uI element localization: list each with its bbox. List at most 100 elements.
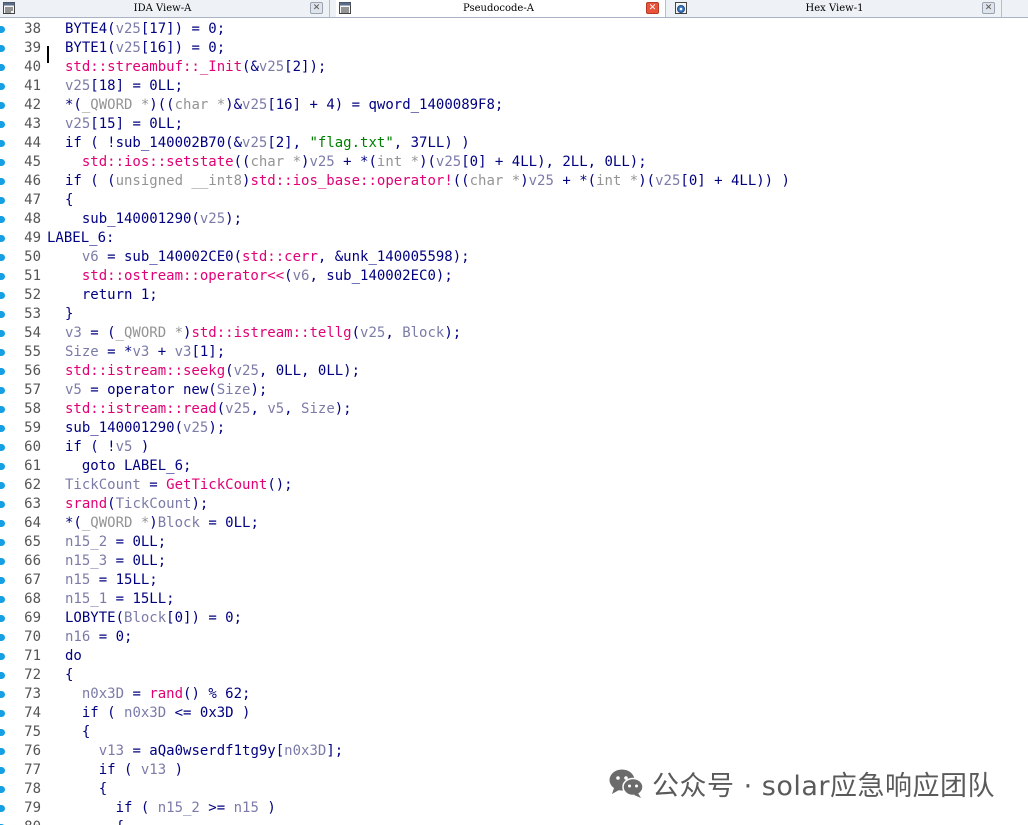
code-token[interactable]: if ( !sub_140002B70(& (65, 135, 242, 151)
code-token[interactable]: v25 (436, 154, 461, 170)
code-token[interactable]: rand (149, 686, 183, 702)
code-token[interactable]: v25 (116, 21, 141, 37)
code-token[interactable] (65, 268, 82, 284)
code-line[interactable]: 69 LOBYTE(Block[0]) = 0; (0, 609, 1028, 628)
code-token[interactable]: { (65, 724, 90, 740)
tab-close-button[interactable]: ✕ (646, 2, 659, 14)
code-token[interactable]: v25 (65, 78, 90, 94)
code-token[interactable]: std::cerr (242, 249, 318, 265)
breakpoint-marker[interactable] (0, 235, 5, 242)
code-token[interactable]: std::ios::setstate (82, 154, 234, 170)
code-token[interactable] (65, 249, 82, 265)
code-token[interactable]: v5 (65, 382, 82, 398)
code-token[interactable]: GetTickCount (166, 477, 267, 493)
breakpoint-marker[interactable] (0, 520, 5, 527)
code-token[interactable]: = 0LL; (107, 553, 167, 569)
code-token[interactable]: sub_140001290( (65, 420, 183, 436)
breakpoint-marker[interactable] (0, 805, 5, 812)
code-line[interactable]: 72 { (0, 666, 1028, 685)
breakpoint-marker[interactable] (0, 748, 5, 755)
code-token[interactable]: "flag.txt" (309, 135, 393, 151)
tab-pseudocode[interactable]: Pseudocode-A ✕ (336, 0, 666, 17)
code-token[interactable]: goto LABEL_6; (65, 458, 192, 474)
code-line[interactable]: 51 std::ostream::operator<<(v6, sub_1400… (0, 267, 1028, 286)
code-token[interactable]: [2]); (284, 59, 326, 75)
code-token[interactable]: *( (65, 515, 82, 531)
code-token[interactable]: BYTE1( (65, 40, 116, 56)
code-token[interactable]: v3 (132, 344, 149, 360)
code-token[interactable]: ); (250, 382, 267, 398)
code-token[interactable]: () % 62; (183, 686, 250, 702)
code-token[interactable]: v3 (175, 344, 192, 360)
breakpoint-marker[interactable] (0, 45, 5, 52)
code-line[interactable]: 52 return 1; (0, 286, 1028, 305)
pseudocode-view[interactable]: 38 BYTE4(v25[17]) = 0; 39 BYTE1(v25[16]) = … (0, 18, 1028, 825)
breakpoint-marker[interactable] (0, 273, 5, 280)
code-token[interactable]: ( (217, 401, 225, 417)
code-token[interactable]: v5 (267, 401, 284, 417)
code-line[interactable]: 49 LABEL_6: (0, 229, 1028, 248)
code-token[interactable]: sub_140001290( (65, 211, 200, 227)
code-token[interactable]: v6 (82, 249, 99, 265)
code-token[interactable]: if ( ! (65, 439, 116, 455)
code-token[interactable]: ) (259, 800, 275, 816)
code-line[interactable]: 38 BYTE4(v25[17]) = 0; (0, 20, 1028, 39)
code-token[interactable]: v25 (309, 154, 334, 170)
code-line[interactable]: 42 *(_QWORD *)((char *)&v25[16] + 4) = qw… (0, 96, 1028, 115)
code-token[interactable]: = 0LL; (200, 515, 259, 531)
code-line[interactable]: 44 if ( !sub_140002B70(&v25[2], "flag.txt… (0, 134, 1028, 153)
code-line[interactable]: 67 n15 = 15LL; (0, 571, 1028, 590)
code-token[interactable]: = 15LL; (90, 572, 158, 588)
code-token[interactable]: = (124, 686, 149, 702)
code-line[interactable]: 46 if ( (unsigned __int8) std::ios_base::o… (0, 172, 1028, 191)
code-token[interactable]: if ( (65, 762, 141, 778)
breakpoint-marker[interactable] (0, 292, 5, 299)
code-token[interactable]: v13 (141, 762, 166, 778)
code-token[interactable]: char * (250, 154, 301, 170)
code-token[interactable]: TickCount (116, 496, 192, 512)
breakpoint-marker[interactable] (0, 387, 5, 394)
code-line[interactable]: 53} (0, 305, 1028, 324)
code-token[interactable]: if ( ( (65, 173, 116, 189)
code-token[interactable]: ); (191, 496, 208, 512)
code-token[interactable]: ); (208, 420, 225, 436)
code-token[interactable]: Block (402, 325, 444, 341)
code-line[interactable]: 60 if ( !v5 ) (0, 438, 1028, 457)
breakpoint-marker[interactable] (0, 254, 5, 261)
code-token[interactable] (65, 154, 82, 170)
tab-hex-view[interactable]: Hex View-1 ✕ (672, 0, 1002, 17)
code-token[interactable]: *( (65, 97, 82, 113)
code-token[interactable]: v25 (116, 40, 141, 56)
breakpoint-marker[interactable] (0, 539, 5, 546)
breakpoint-marker[interactable] (0, 159, 5, 166)
code-token[interactable]: std::ostream::operator<< (82, 268, 284, 284)
code-token[interactable]: LOBYTE( (65, 610, 124, 626)
code-token[interactable] (65, 743, 99, 759)
code-token[interactable]: n0x3D (124, 705, 166, 721)
breakpoint-marker[interactable] (0, 349, 5, 356)
code-token[interactable]: return 1; (65, 287, 158, 303)
code-token[interactable]: )& (225, 97, 242, 113)
code-line[interactable]: 39 BYTE1(v25[16]) = 0; (0, 39, 1028, 58)
code-line[interactable]: 45 std::ios::setstate((char *)v25 + *(in… (0, 153, 1028, 172)
breakpoint-marker[interactable] (0, 558, 5, 565)
code-token[interactable]: v25 (360, 325, 385, 341)
breakpoint-marker[interactable] (0, 197, 5, 204)
code-line[interactable]: 50 v6 = sub_140002CE0(std::cerr, &unk_14… (0, 248, 1028, 267)
breakpoint-marker[interactable] (0, 330, 5, 337)
code-line[interactable]: 47 { (0, 191, 1028, 210)
breakpoint-marker[interactable] (0, 767, 5, 774)
code-token[interactable]: n0x3D (284, 743, 326, 759)
code-token[interactable]: BYTE4( (65, 21, 116, 37)
code-line[interactable]: 59 sub_140001290(v25); (0, 419, 1028, 438)
code-token[interactable]: LABEL_6: (47, 230, 114, 246)
breakpoint-marker[interactable] (0, 729, 5, 736)
code-token[interactable]: (); (267, 477, 292, 493)
code-token[interactable]: ( (107, 496, 115, 512)
code-line[interactable]: 80 { (0, 818, 1028, 825)
code-token[interactable]: char * (175, 97, 226, 113)
code-token[interactable]: ) (149, 515, 157, 531)
code-token[interactable]: v25 (65, 116, 90, 132)
code-line[interactable]: 55 Size = *v3 + v3[1]; (0, 343, 1028, 362)
code-token[interactable]: [1]; (191, 344, 225, 360)
